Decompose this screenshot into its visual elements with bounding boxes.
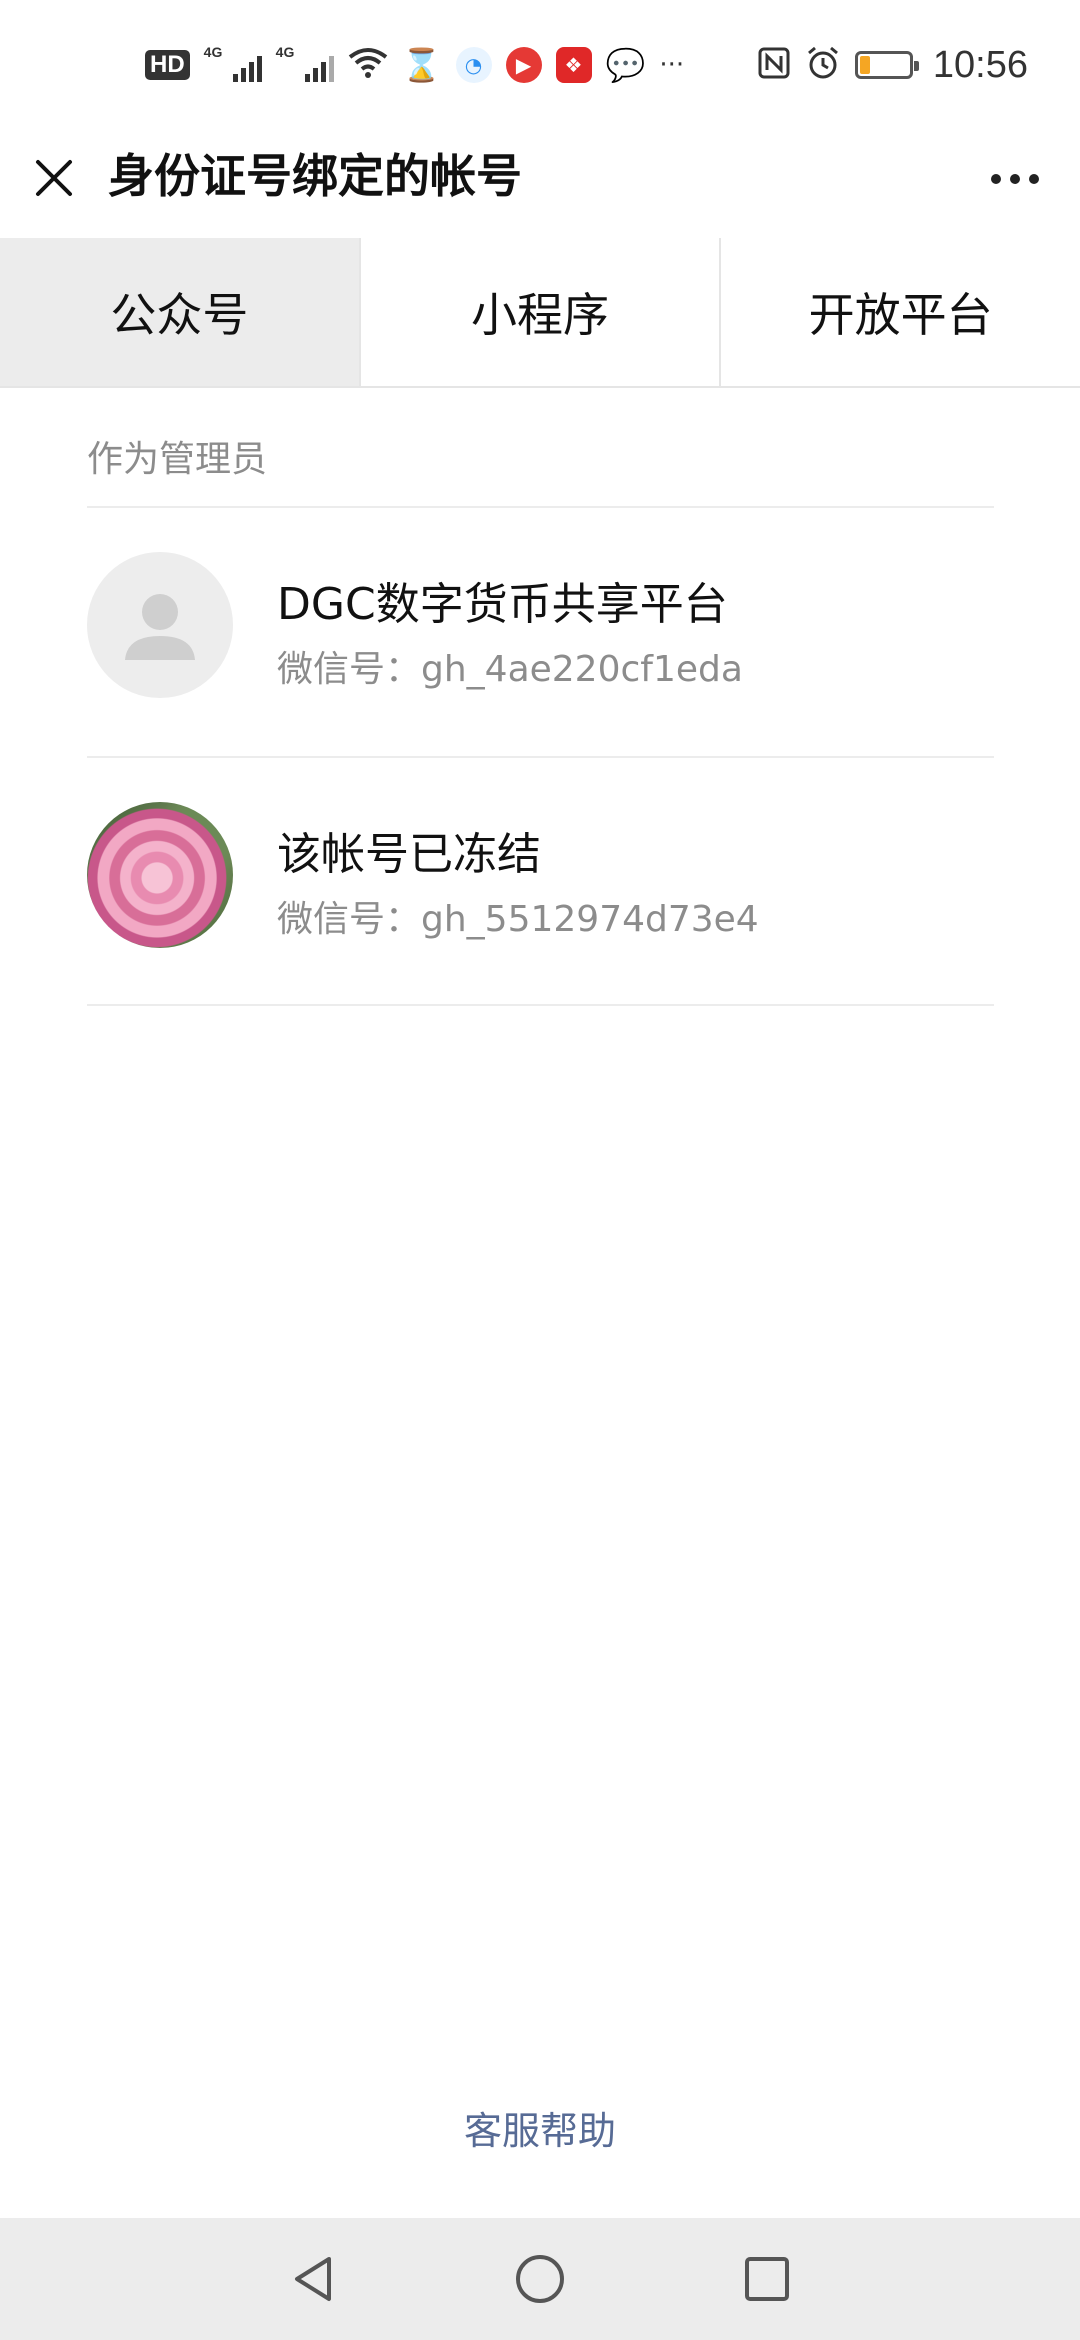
header: 身份证号绑定的帐号 <box>0 130 1080 238</box>
close-icon <box>36 160 72 196</box>
hourglass-icon: ⌛ <box>401 46 442 84</box>
close-button[interactable] <box>26 150 82 206</box>
nfc-icon <box>757 46 791 85</box>
recents-square-icon <box>744 2257 789 2301</box>
alarm-icon <box>805 45 841 86</box>
status-bar: HD 4G 4G ⌛ ◔ ▶ ❖ 💬 ··· 10:56 <box>0 0 1080 130</box>
account-name: 该帐号已冻结 <box>277 829 541 880</box>
home-button[interactable] <box>500 2239 580 2319</box>
more-notifications-icon: ··· <box>659 50 685 80</box>
section-label: 作为管理员 <box>87 439 268 480</box>
home-circle-icon <box>515 2255 564 2303</box>
account-row[interactable]: 该帐号已冻结 微信号：gh_5512974d73e4 <box>87 758 994 1006</box>
rose-avatar <box>87 802 233 948</box>
app-icon: ◔ <box>455 47 492 83</box>
tab-open-platform[interactable]: 开放平台 <box>721 238 1080 386</box>
status-left: HD 4G 4G ⌛ ◔ ▶ ❖ 💬 ··· <box>145 44 684 86</box>
tab-official-accounts[interactable]: 公众号 <box>0 238 361 386</box>
status-right: 10:56 <box>757 44 1028 87</box>
tab-bar: 公众号 小程序 开放平台 <box>0 238 1080 388</box>
battery-level <box>859 56 871 74</box>
default-avatar <box>87 552 233 698</box>
video-icon: ▶ <box>505 47 542 83</box>
hd-icon: HD <box>145 50 190 80</box>
signal-icon: 4G <box>204 44 262 86</box>
network-type-label: 4G <box>203 44 223 60</box>
account-wechat-id: 微信号：gh_5512974d73e4 <box>277 899 759 940</box>
app-icon: ❖ <box>555 47 592 83</box>
divider <box>87 1004 994 1006</box>
account-row[interactable]: DGC数字货币共享平台 微信号：gh_4ae220cf1eda <box>87 508 994 756</box>
person-icon <box>125 594 195 660</box>
signal-icon: 4G <box>276 44 334 86</box>
page-title: 身份证号绑定的帐号 <box>108 149 522 203</box>
network-type-label: 4G <box>275 44 295 60</box>
tab-mini-programs[interactable]: 小程序 <box>361 238 722 386</box>
clock-time: 10:56 <box>932 43 1028 86</box>
account-name: DGC数字货币共享平台 <box>277 579 728 630</box>
back-button[interactable] <box>273 2239 353 2319</box>
system-navigation-bar <box>0 2218 1080 2340</box>
chat-icon: 💬 <box>605 46 646 84</box>
more-icon <box>991 174 1001 184</box>
back-triangle-icon <box>295 2257 332 2301</box>
page: HD 4G 4G ⌛ ◔ ▶ ❖ 💬 ··· 10:56 身份证号绑定的帐号 公… <box>0 0 1080 2340</box>
customer-service-help-link[interactable]: 客服帮助 <box>0 2100 1080 2155</box>
recents-button[interactable] <box>727 2239 807 2319</box>
more-button[interactable] <box>980 154 1050 204</box>
wifi-icon <box>348 47 388 84</box>
battery-icon <box>854 51 919 79</box>
account-wechat-id: 微信号：gh_4ae220cf1eda <box>277 649 743 690</box>
